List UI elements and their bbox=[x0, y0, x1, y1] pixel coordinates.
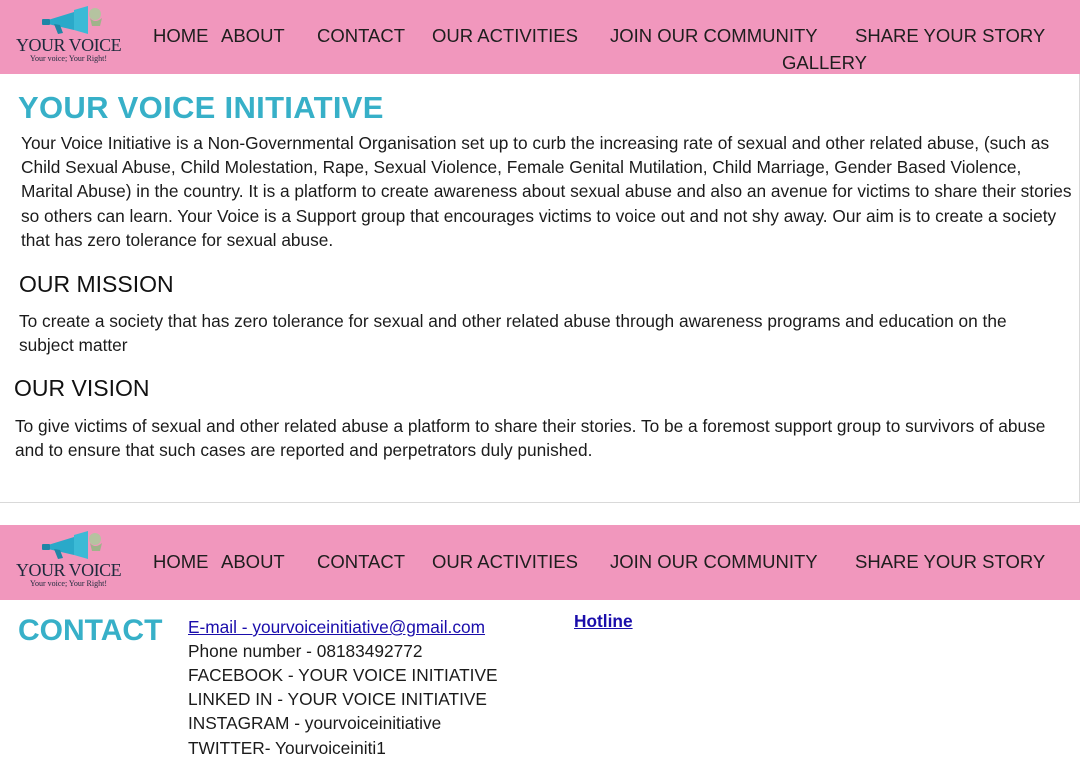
nav-contact[interactable]: CONTACT bbox=[317, 551, 405, 573]
facebook-handle: FACEBOOK - YOUR VOICE INITIATIVE bbox=[188, 665, 498, 685]
logo-tagline: Your voice; Your Right! bbox=[30, 54, 107, 63]
nav-our-activities[interactable]: OUR ACTIVITIES bbox=[432, 551, 578, 573]
nav-home[interactable]: HOME bbox=[153, 551, 209, 573]
mission-text: To create a society that has zero tolera… bbox=[19, 311, 1007, 355]
contact-title: CONTACT bbox=[18, 614, 163, 647]
nav-about[interactable]: ABOUT bbox=[221, 25, 285, 47]
linkedin-handle: LINKED IN - YOUR VOICE INITIATIVE bbox=[188, 689, 487, 709]
vision-text: To give victims of sexual and other rela… bbox=[15, 416, 1046, 460]
screenshot-separator bbox=[0, 503, 1080, 525]
nav-contact[interactable]: CONTACT bbox=[317, 25, 405, 47]
phone-number: Phone number - 08183492772 bbox=[188, 641, 423, 661]
email-link[interactable]: E-mail - yourvoiceinitiative@gmail.com bbox=[188, 617, 485, 638]
nav-join-community[interactable]: JOIN OUR COMMUNITY bbox=[610, 25, 818, 47]
top-navbar: YOUR VOICE Your voice; Your Right! HOME … bbox=[0, 525, 1080, 600]
about-page-screenshot: YOUR VOICE Your voice; Your Right! HOME … bbox=[0, 0, 1080, 503]
megaphone-icon bbox=[42, 6, 102, 34]
hotline-link[interactable]: Hotline bbox=[574, 611, 633, 632]
nav-share-story[interactable]: SHARE YOUR STORY bbox=[855, 25, 1045, 47]
nav-our-activities[interactable]: OUR ACTIVITIES bbox=[432, 25, 578, 47]
top-navbar: YOUR VOICE Your voice; Your Right! HOME … bbox=[0, 0, 1080, 74]
twitter-handle: TWITTER- Yourvoiceiniti1 bbox=[188, 738, 386, 758]
logo-tagline: Your voice; Your Right! bbox=[30, 579, 107, 588]
site-logo[interactable]: YOUR VOICE Your voice; Your Right! bbox=[14, 6, 130, 66]
intro-paragraph: Your Voice Initiative is a Non-Governmen… bbox=[21, 133, 1072, 250]
nav-gallery[interactable]: GALLERY bbox=[782, 52, 867, 74]
logo-title: YOUR VOICE bbox=[16, 560, 122, 580]
nav-home[interactable]: HOME bbox=[153, 25, 209, 47]
nav-about[interactable]: ABOUT bbox=[221, 551, 285, 573]
nav-join-community[interactable]: JOIN OUR COMMUNITY bbox=[610, 551, 818, 573]
instagram-handle: INSTAGRAM - yourvoiceinitiative bbox=[188, 713, 442, 733]
vision-heading: OUR VISION bbox=[14, 375, 150, 401]
logo-title: YOUR VOICE bbox=[16, 35, 122, 55]
nav-share-story[interactable]: SHARE YOUR STORY bbox=[855, 551, 1045, 573]
mission-heading: OUR MISSION bbox=[19, 271, 174, 297]
page-title: YOUR VOICE INITIATIVE bbox=[18, 90, 384, 125]
megaphone-icon bbox=[42, 531, 102, 559]
site-logo[interactable]: YOUR VOICE Your voice; Your Right! bbox=[14, 531, 130, 591]
